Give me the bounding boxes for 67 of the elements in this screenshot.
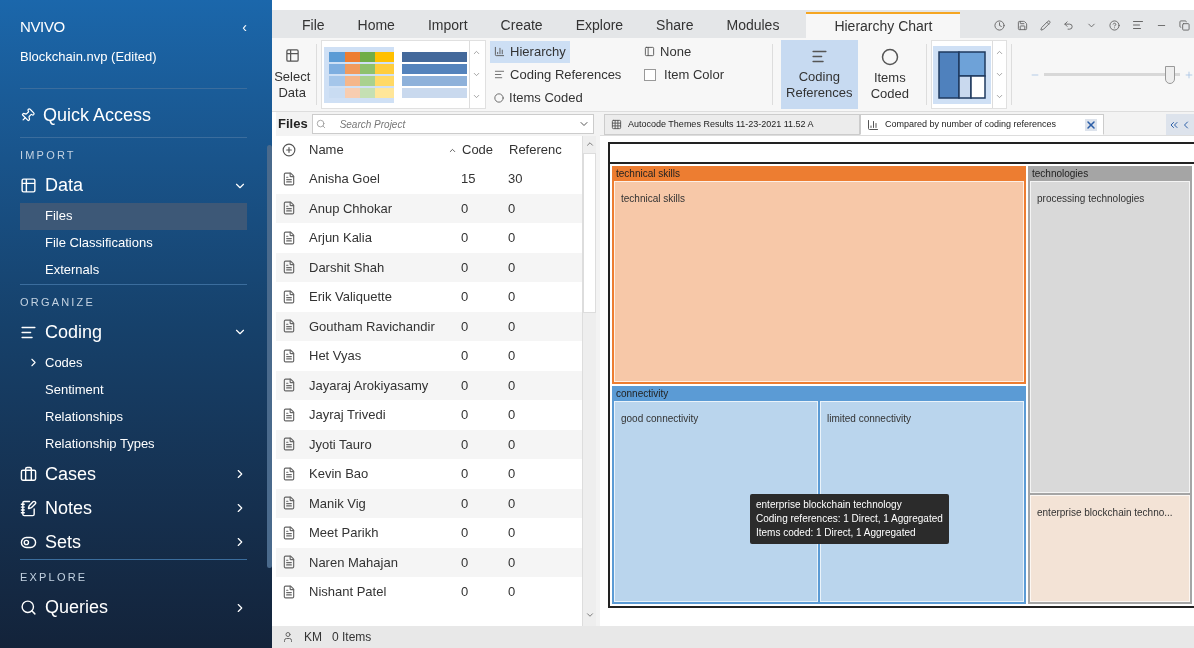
table-cell-text: 0 bbox=[460, 288, 470, 306]
table-cell-text: Goutham Ravichandir bbox=[308, 317, 436, 336]
table-cell-text: 0 bbox=[507, 376, 517, 395]
table-cell-text: Het Vyas bbox=[308, 347, 363, 365]
node-label: technologies bbox=[1031, 167, 1090, 181]
nav-label: Data bbox=[45, 174, 85, 197]
nav-label: Sets bbox=[45, 530, 83, 554]
table-cell-text: Nishant Patel bbox=[308, 583, 388, 601]
nav-label: Cases bbox=[45, 462, 98, 486]
leaf-label: good connectivity bbox=[621, 413, 699, 424]
table-cell-text: 0 bbox=[460, 524, 470, 542]
app-logo: NVIVO bbox=[20, 17, 66, 37]
leaf-label: enterprise blockchain techno... bbox=[1037, 506, 1173, 518]
table-cell-text: 0 bbox=[507, 524, 517, 542]
node-label: connectivity bbox=[615, 387, 670, 401]
item-count: 0 Items bbox=[332, 629, 372, 646]
table-cell-text: 0 bbox=[460, 376, 470, 395]
table-cell-text: Jayaraj Arokiyasamy bbox=[308, 376, 430, 395]
table-cell-text: 30 bbox=[507, 170, 524, 188]
panel-title: Files bbox=[277, 115, 308, 134]
table-cell-text: 0 bbox=[507, 317, 517, 336]
table-cell-text: 0 bbox=[507, 288, 517, 306]
table-cell-text: 0 bbox=[460, 258, 470, 277]
table-cell-text: 0 bbox=[507, 347, 517, 365]
table-cell-text: 0 bbox=[507, 465, 517, 483]
table-cell-text: 0 bbox=[507, 583, 517, 601]
project-name: Blockchain.nvp (Edited) bbox=[19, 47, 158, 66]
leaf-label: technical skills bbox=[621, 193, 685, 204]
node-label: technical skills bbox=[615, 167, 681, 181]
table-cell-text: Darshit Shah bbox=[308, 258, 386, 277]
leaf-label: limited connectivity bbox=[827, 413, 911, 424]
table-cell-text: 0 bbox=[460, 317, 470, 336]
table-cell-text: 0 bbox=[460, 465, 470, 483]
table-cell-text: 0 bbox=[460, 583, 470, 601]
table-cell-text: 0 bbox=[507, 406, 517, 424]
nav-label: Coding bbox=[45, 320, 104, 344]
user-initials: KM bbox=[304, 629, 322, 646]
table-cell-text: 0 bbox=[460, 406, 470, 424]
table-cell-text: Manik Vig bbox=[308, 494, 367, 513]
table-cell-text: 0 bbox=[507, 494, 517, 513]
table-cell-text: Jyoti Tauro bbox=[308, 435, 373, 454]
table-cell-text: 0 bbox=[507, 553, 517, 572]
section-heading: ORGANIZE bbox=[19, 294, 97, 310]
section-heading: IMPORT bbox=[19, 148, 77, 163]
table-cell-text: 0 bbox=[460, 347, 470, 365]
table-cell-text: 0 bbox=[460, 553, 470, 572]
table-cell-text: Meet Parikh bbox=[308, 524, 380, 542]
leaf-label: processing technologies bbox=[1037, 193, 1145, 204]
nav-label: Queries bbox=[45, 596, 110, 619]
section-heading: EXPLORE bbox=[19, 570, 89, 585]
table-cell-text: Naren Mahajan bbox=[308, 553, 399, 572]
table-cell-text: 0 bbox=[460, 435, 470, 454]
table-cell-text: 0 bbox=[507, 435, 517, 454]
table-cell-text: Arjun Kalia bbox=[308, 229, 373, 247]
table-cell-text: Jayraj Trivedi bbox=[308, 406, 387, 424]
table-cell-text: 0 bbox=[507, 229, 517, 247]
nav-label: Notes bbox=[45, 496, 94, 520]
table-cell-text: 15 bbox=[460, 170, 477, 188]
table-cell-text: Anisha Goel bbox=[308, 170, 381, 188]
table-cell-text: Anup Chhokar bbox=[308, 199, 394, 218]
table-cell-text: 0 bbox=[460, 494, 470, 513]
table-cell-text: 0 bbox=[460, 199, 470, 218]
table-cell-text: 0 bbox=[507, 199, 517, 218]
table-cell-text: Erik Valiquette bbox=[308, 288, 393, 306]
table-cell-text: 0 bbox=[507, 258, 517, 277]
table-cell-text: 0 bbox=[460, 229, 470, 247]
table-cell-text: Kevin Bao bbox=[308, 465, 370, 483]
